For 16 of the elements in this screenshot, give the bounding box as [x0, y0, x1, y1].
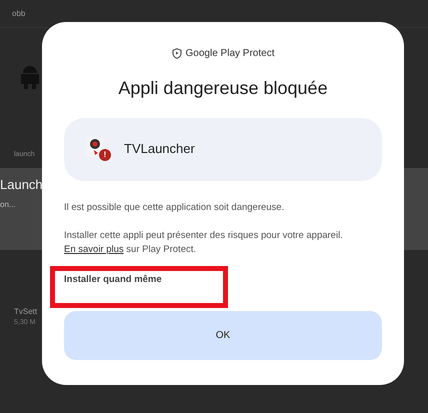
dialog-title: Appli dangereuse bloquée	[117, 77, 329, 100]
warning-message: Il est possible que cette application soit dangereuse.	[64, 200, 286, 214]
app-subtitle: on...	[0, 199, 16, 211]
app-name: TvSett	[14, 306, 38, 318]
risk-description: Installer cette appli peut présenter des risques pour votre appareil. En savoir plus sur Play Protect.	[64, 228, 344, 257]
ok-button[interactable]: OK	[64, 311, 382, 360]
app-icon	[86, 137, 104, 157]
shield-icon	[172, 48, 182, 59]
learn-more-link[interactable]: En savoir plus	[64, 244, 124, 255]
dialog-source: Google Play Protect	[186, 47, 274, 61]
android-icon	[20, 64, 40, 90]
app-name: TVLauncher	[124, 140, 195, 158]
warning-badge: !	[99, 149, 111, 161]
folder-name: obb	[12, 8, 26, 20]
install-anyway-button[interactable]: Installer quand même	[64, 270, 162, 289]
app-title: Launch	[0, 178, 43, 191]
